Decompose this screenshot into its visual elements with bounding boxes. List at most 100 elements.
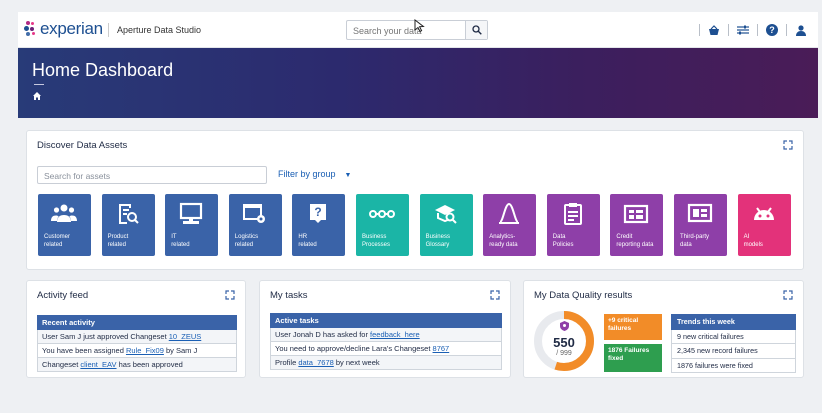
- changeset-link[interactable]: 8767: [433, 344, 450, 353]
- asset-tile[interactable]: Business Glossary: [419, 194, 473, 256]
- profile-link[interactable]: data_7678: [298, 358, 333, 367]
- asset-tile[interactable]: ? HR related: [292, 194, 346, 256]
- help-button[interactable]: ?: [761, 21, 783, 39]
- page-banner: Home Dashboard: [18, 48, 818, 118]
- asset-tile[interactable]: Business Processes: [356, 194, 409, 256]
- table-row: 1876 failures were fixed: [671, 357, 796, 373]
- question-badge-icon: ?: [310, 204, 327, 223]
- user-menu-button[interactable]: [790, 21, 812, 39]
- divider: [728, 24, 729, 36]
- asset-tile-label: Data Policies: [552, 234, 574, 248]
- app-name: Aperture Data Studio: [108, 23, 201, 37]
- expand-icon[interactable]: [490, 290, 500, 300]
- asset-tile[interactable]: AI models: [737, 194, 791, 256]
- dq-score: 550: [553, 335, 575, 350]
- expand-icon[interactable]: [783, 290, 793, 300]
- clipboard-icon: [563, 203, 582, 225]
- help-icon: ?: [766, 24, 778, 36]
- tasks-title: My tasks: [270, 290, 308, 301]
- home-icon[interactable]: [32, 91, 42, 101]
- svg-text:?: ?: [315, 205, 322, 219]
- asset-tile[interactable]: Third-party data: [674, 194, 727, 256]
- task-row-2: You need to approve/decline Lara's Chang…: [270, 341, 502, 356]
- table-row: Profile data_7678 by next week: [270, 355, 502, 370]
- table-row: User Jonah D has asked for feedback_here: [270, 327, 502, 342]
- dq-title: My Data Quality results: [534, 290, 633, 301]
- expand-icon[interactable]: [783, 140, 793, 150]
- shield-icon: [560, 321, 569, 331]
- failures-fixed-badge[interactable]: 1876 Failures fixed: [604, 344, 662, 372]
- trends-table: Trends this week 9 new critical failures…: [671, 314, 796, 373]
- activity-header: Recent activity: [37, 315, 237, 330]
- activity-row-2: You have been assigned Rule_Fix09 by Sam…: [37, 343, 237, 358]
- tasks-table: Active tasks User Jonah D has asked for …: [270, 313, 502, 370]
- table-row: Changeset client_EAV has been approved: [37, 357, 237, 372]
- asset-tile-label: Business Processes: [362, 234, 391, 248]
- user-icon: [796, 24, 806, 36]
- asset-tile[interactable]: IT related: [165, 194, 219, 256]
- activity-title: Activity feed: [37, 290, 89, 301]
- divider: [757, 24, 758, 36]
- tasks-header: Active tasks: [270, 313, 502, 328]
- report-icon: [624, 204, 649, 224]
- asset-tile[interactable]: Analytics-ready data: [483, 194, 537, 256]
- trend-row: 2,345 new record failures: [671, 343, 796, 359]
- discover-data-assets-card: Discover Data Assets Search for assets F…: [26, 130, 804, 270]
- rule-link[interactable]: Rule_Fix09: [126, 346, 164, 355]
- search-button[interactable]: [465, 21, 487, 39]
- filter-sliders-icon: [737, 25, 749, 35]
- basket-button[interactable]: [703, 21, 725, 39]
- data-quality-card: My Data Quality results 550 / 999 +9 cri…: [523, 280, 804, 378]
- asset-tile-label: HR related: [298, 234, 317, 248]
- my-tasks-card: My tasks Active tasks User Jonah D has a…: [259, 280, 511, 378]
- table-row: 2,345 new record failures: [671, 343, 796, 359]
- trends-header: Trends this week: [671, 314, 796, 330]
- analytics-curve-icon: [499, 202, 520, 224]
- computer-icon: [180, 202, 203, 224]
- activity-feed-card: Activity feed Recent activity User Sam J…: [26, 280, 246, 378]
- filter-by-group-dropdown[interactable]: Filter by group ▼: [278, 169, 351, 179]
- caret-down-icon: ▼: [344, 172, 352, 179]
- task-row-1: User Jonah D has asked for feedback_here: [270, 327, 502, 342]
- activity-row-1: User Sam J just approved Changeset 10_ZE…: [37, 329, 237, 344]
- asset-tile[interactable]: Product related: [101, 194, 155, 256]
- process-icon: [369, 210, 395, 218]
- product-search-icon: [118, 204, 139, 224]
- asset-tile-label: Credit reporting data: [616, 234, 654, 248]
- trend-row: 1876 failures were fixed: [671, 357, 796, 373]
- asset-tile[interactable]: Logistics related: [228, 194, 282, 256]
- title-underline: [34, 84, 44, 85]
- asset-tile-label: Logistics related: [234, 234, 259, 248]
- asset-tile[interactable]: Data Policies: [546, 194, 600, 256]
- android-icon: [753, 207, 774, 220]
- asset-tile[interactable]: Customer related: [38, 194, 91, 256]
- mouse-cursor-icon: [414, 19, 425, 33]
- changeset-link[interactable]: 10_ZEUS: [169, 332, 202, 341]
- experian-logo[interactable]: experian: [24, 19, 103, 39]
- glossary-icon: [434, 205, 457, 224]
- critical-failures-badge[interactable]: +9 critical failures: [604, 314, 662, 340]
- asset-tile-label: Third-party data: [680, 234, 710, 248]
- asset-tile-label: Product related: [107, 234, 129, 248]
- table-row: You have been assigned Rule_Fix09 by Sam…: [37, 343, 237, 358]
- asset-tile[interactable]: Credit reporting data: [610, 194, 664, 256]
- logo-dots-icon: [24, 21, 38, 37]
- filter-settings-button[interactable]: [732, 21, 754, 39]
- svg-text:?: ?: [769, 25, 775, 35]
- asset-tile-label: Business Glossary: [425, 234, 450, 248]
- discover-title: Discover Data Assets: [37, 140, 128, 151]
- feedback-link[interactable]: feedback_here: [370, 330, 420, 339]
- changeset-link[interactable]: client_EAV: [80, 360, 116, 369]
- asset-search-input[interactable]: Search for assets: [37, 166, 267, 184]
- page-title: Home Dashboard: [32, 60, 174, 80]
- dq-score-max: / 999: [556, 350, 572, 357]
- divider: [699, 24, 700, 36]
- people-icon: [51, 204, 77, 222]
- global-search-input[interactable]: [347, 22, 465, 40]
- asset-tile-label: Analytics-ready data: [489, 234, 518, 248]
- expand-icon[interactable]: [225, 290, 235, 300]
- trend-row: 9 new critical failures: [671, 328, 796, 344]
- window-gear-icon: [242, 204, 265, 223]
- asset-tile-label: Customer related: [44, 234, 71, 248]
- divider: [786, 24, 787, 36]
